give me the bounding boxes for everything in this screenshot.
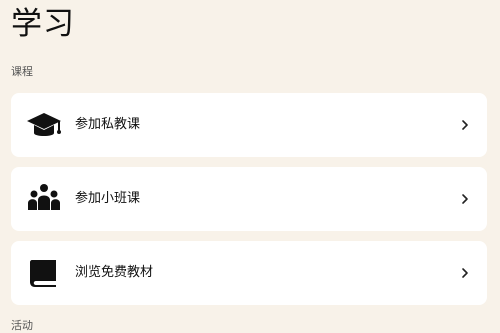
card-label: 参加私教课 xyxy=(75,117,141,132)
card-label: 参加小班课 xyxy=(75,191,141,206)
section-label-activities: 活动 xyxy=(11,319,33,332)
chevron-right-icon xyxy=(459,193,471,205)
page-title: 学习 xyxy=(11,6,75,42)
chevron-right-icon xyxy=(459,119,471,131)
browse-free-materials-card[interactable]: 浏览免费教材 xyxy=(11,241,487,305)
graduation-cap-icon xyxy=(26,108,62,142)
book-icon xyxy=(26,256,62,290)
card-label: 浏览免费教材 xyxy=(75,265,154,280)
group-icon xyxy=(26,182,62,216)
join-small-group-class-card[interactable]: 参加小班课 xyxy=(11,167,487,231)
section-label-courses: 课程 xyxy=(11,65,33,78)
chevron-right-icon xyxy=(459,267,471,279)
join-private-lesson-card[interactable]: 参加私教课 xyxy=(11,93,487,157)
